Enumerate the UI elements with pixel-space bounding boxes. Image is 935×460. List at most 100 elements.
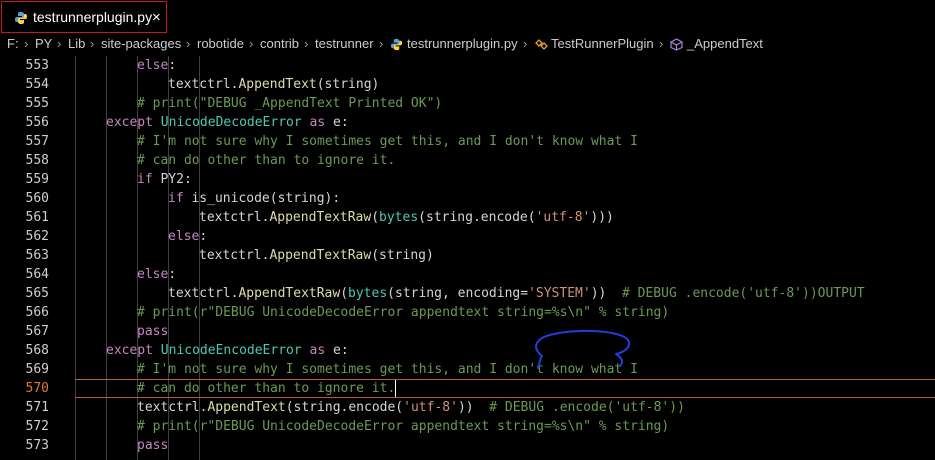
code-token: bytes bbox=[348, 286, 388, 301]
code-token: except bbox=[106, 115, 161, 130]
code-token: except bbox=[106, 343, 161, 358]
code-token: UnicodeDecodeError bbox=[160, 115, 302, 130]
breadcrumb-separator: › bbox=[57, 36, 62, 51]
line-number: 561 bbox=[25, 210, 49, 225]
code-text: # print("DEBUG _AppendText Printed OK") bbox=[137, 94, 442, 113]
breadcrumb-item[interactable]: F: bbox=[7, 36, 19, 51]
tab-label: testrunnerplugin.py bbox=[33, 9, 153, 25]
code-text: pass bbox=[137, 436, 168, 455]
breadcrumb-item[interactable]: _AppendText bbox=[687, 36, 763, 51]
code-line[interactable]: 562 else: bbox=[0, 227, 935, 246]
code-line[interactable]: 563 textctrl.AppendTextRaw(string) bbox=[0, 246, 935, 265]
code-text: # can do other than to ignore it. bbox=[137, 151, 395, 170]
code-token: : bbox=[168, 267, 177, 282]
code-line[interactable]: 567 pass bbox=[0, 322, 935, 341]
breadcrumb-separator: › bbox=[24, 36, 29, 51]
code-token: (string, encoding= bbox=[387, 286, 529, 301]
code-line[interactable]: 557 # I'm not sure why I sometimes get th… bbox=[0, 132, 935, 151]
code-token: textctrl. bbox=[137, 400, 208, 415]
line-number: 566 bbox=[25, 305, 49, 320]
code-token: # print(r"DEBUG UnicodeDecodeError appen… bbox=[137, 419, 670, 434]
code-token: else bbox=[137, 58, 169, 73]
line-number: 562 bbox=[25, 229, 49, 244]
method-icon bbox=[670, 37, 683, 52]
code-token: # print("DEBUG _AppendText Printed OK") bbox=[137, 96, 443, 111]
code-text: textctrl.AppendTextRaw(bytes(string, enc… bbox=[168, 284, 865, 303]
code-line[interactable]: 553 else: bbox=[0, 56, 935, 75]
breadcrumb-item[interactable]: testrunnerplugin.py bbox=[407, 36, 518, 51]
code-token: as bbox=[301, 115, 333, 130]
code-line[interactable]: 568 except UnicodeEncodeError as e: bbox=[0, 341, 935, 360]
code-token: ))) bbox=[590, 210, 614, 225]
code-token: (string) bbox=[316, 77, 380, 92]
code-text: if PY2: bbox=[137, 170, 192, 189]
text-cursor bbox=[395, 380, 396, 397]
line-number: 563 bbox=[25, 248, 49, 263]
line-number: 557 bbox=[25, 134, 49, 149]
breadcrumb-item[interactable]: TestRunnerPlugin bbox=[551, 36, 654, 51]
code-token: is_unicode(string): bbox=[191, 191, 341, 206]
breadcrumb-item[interactable]: contrib bbox=[260, 36, 299, 51]
code-token: if bbox=[137, 172, 161, 187]
code-text: # print(r"DEBUG UnicodeDecodeError appen… bbox=[137, 303, 669, 322]
code-line[interactable]: 560 if is_unicode(string): bbox=[0, 189, 935, 208]
code-editor[interactable]: 553 else: 554 textctrl.AppendText(string) 55… bbox=[0, 56, 935, 460]
breadcrumb-item[interactable]: site-packages bbox=[101, 36, 181, 51]
code-line[interactable]: 558 # can do other than to ignore it. bbox=[0, 151, 935, 170]
line-number: 572 bbox=[25, 419, 49, 434]
code-text: # can do other than to ignore it. bbox=[137, 379, 395, 398]
code-token: textctrl. bbox=[168, 286, 239, 301]
code-token: AppendText bbox=[207, 400, 286, 415]
breadcrumb-item[interactable]: testrunner bbox=[315, 36, 374, 51]
code-token: (string) bbox=[371, 248, 434, 263]
code-line[interactable]: 554 textctrl.AppendText(string) bbox=[0, 75, 935, 94]
code-token: : bbox=[168, 58, 177, 73]
code-token: 'SYSTEM' bbox=[528, 286, 591, 301]
line-number: 568 bbox=[25, 343, 49, 358]
code-line[interactable]: 565 textctrl.AppendTextRaw(bytes(string, … bbox=[0, 284, 935, 303]
code-line[interactable]: 561 textctrl.AppendTextRaw(bytes(string.e… bbox=[0, 208, 935, 227]
line-number: 554 bbox=[25, 77, 49, 92]
breadcrumb-separator: › bbox=[379, 36, 384, 51]
code-text: # print(r"DEBUG UnicodeDecodeError appen… bbox=[137, 417, 669, 436]
line-number: 559 bbox=[25, 172, 49, 187]
code-token: # can do other than to ignore it. bbox=[137, 153, 396, 168]
code-line[interactable]: 573 pass bbox=[0, 436, 935, 455]
code-token: e: bbox=[333, 115, 349, 130]
code-line[interactable]: 571 textctrl.AppendText(string.encode('ut… bbox=[0, 398, 935, 417]
line-number: 553 bbox=[25, 58, 49, 73]
breadcrumb-separator: › bbox=[659, 36, 664, 51]
breadcrumb-item[interactable]: Lib bbox=[68, 36, 85, 51]
code-token: ( bbox=[371, 210, 380, 225]
code-text: textctrl.AppendTextRaw(string) bbox=[199, 246, 434, 265]
code-token: AppendTextRaw bbox=[269, 210, 372, 225]
code-line[interactable]: 569 # I'm not sure why I sometimes get th… bbox=[0, 360, 935, 379]
line-number: 570 bbox=[25, 381, 49, 396]
code-token: 'utf-8' bbox=[403, 400, 458, 415]
code-line[interactable]: 566 # print(r"DEBUG UnicodeDecodeError ap… bbox=[0, 303, 935, 322]
code-line[interactable]: 570 # can do other than to ignore it. bbox=[0, 379, 935, 398]
code-line[interactable]: 555 # print("DEBUG _AppendText Printed OK… bbox=[0, 94, 935, 113]
code-line[interactable]: 572 # print(r"DEBUG UnicodeDecodeError ap… bbox=[0, 417, 935, 436]
breadcrumb-item[interactable]: robotide bbox=[197, 36, 244, 51]
close-icon[interactable]: × bbox=[152, 9, 161, 26]
line-number: 565 bbox=[25, 286, 49, 301]
code-text: textctrl.AppendText(string.encode('utf-8… bbox=[137, 398, 685, 417]
breadcrumb-item[interactable]: PY bbox=[35, 36, 52, 51]
line-number: 569 bbox=[25, 362, 49, 377]
line-number: 571 bbox=[25, 400, 49, 415]
code-token: e: bbox=[333, 343, 349, 358]
tab-testrunnerplugin[interactable]: testrunnerplugin.py × bbox=[1, 1, 167, 33]
code-token: textctrl. bbox=[168, 77, 239, 92]
code-token: PY2: bbox=[160, 172, 192, 187]
code-text: else: bbox=[168, 227, 207, 246]
code-line[interactable]: 559 if PY2: bbox=[0, 170, 935, 189]
code-token: bytes bbox=[379, 210, 419, 225]
code-token: ( bbox=[340, 286, 349, 301]
code-token: else bbox=[168, 229, 200, 244]
code-token: AppendTextRaw bbox=[238, 286, 341, 301]
code-line[interactable]: 556 except UnicodeDecodeError as e: bbox=[0, 113, 935, 132]
code-text: if is_unicode(string): bbox=[168, 189, 340, 208]
code-token: )) bbox=[457, 400, 490, 415]
code-line[interactable]: 564 else: bbox=[0, 265, 935, 284]
